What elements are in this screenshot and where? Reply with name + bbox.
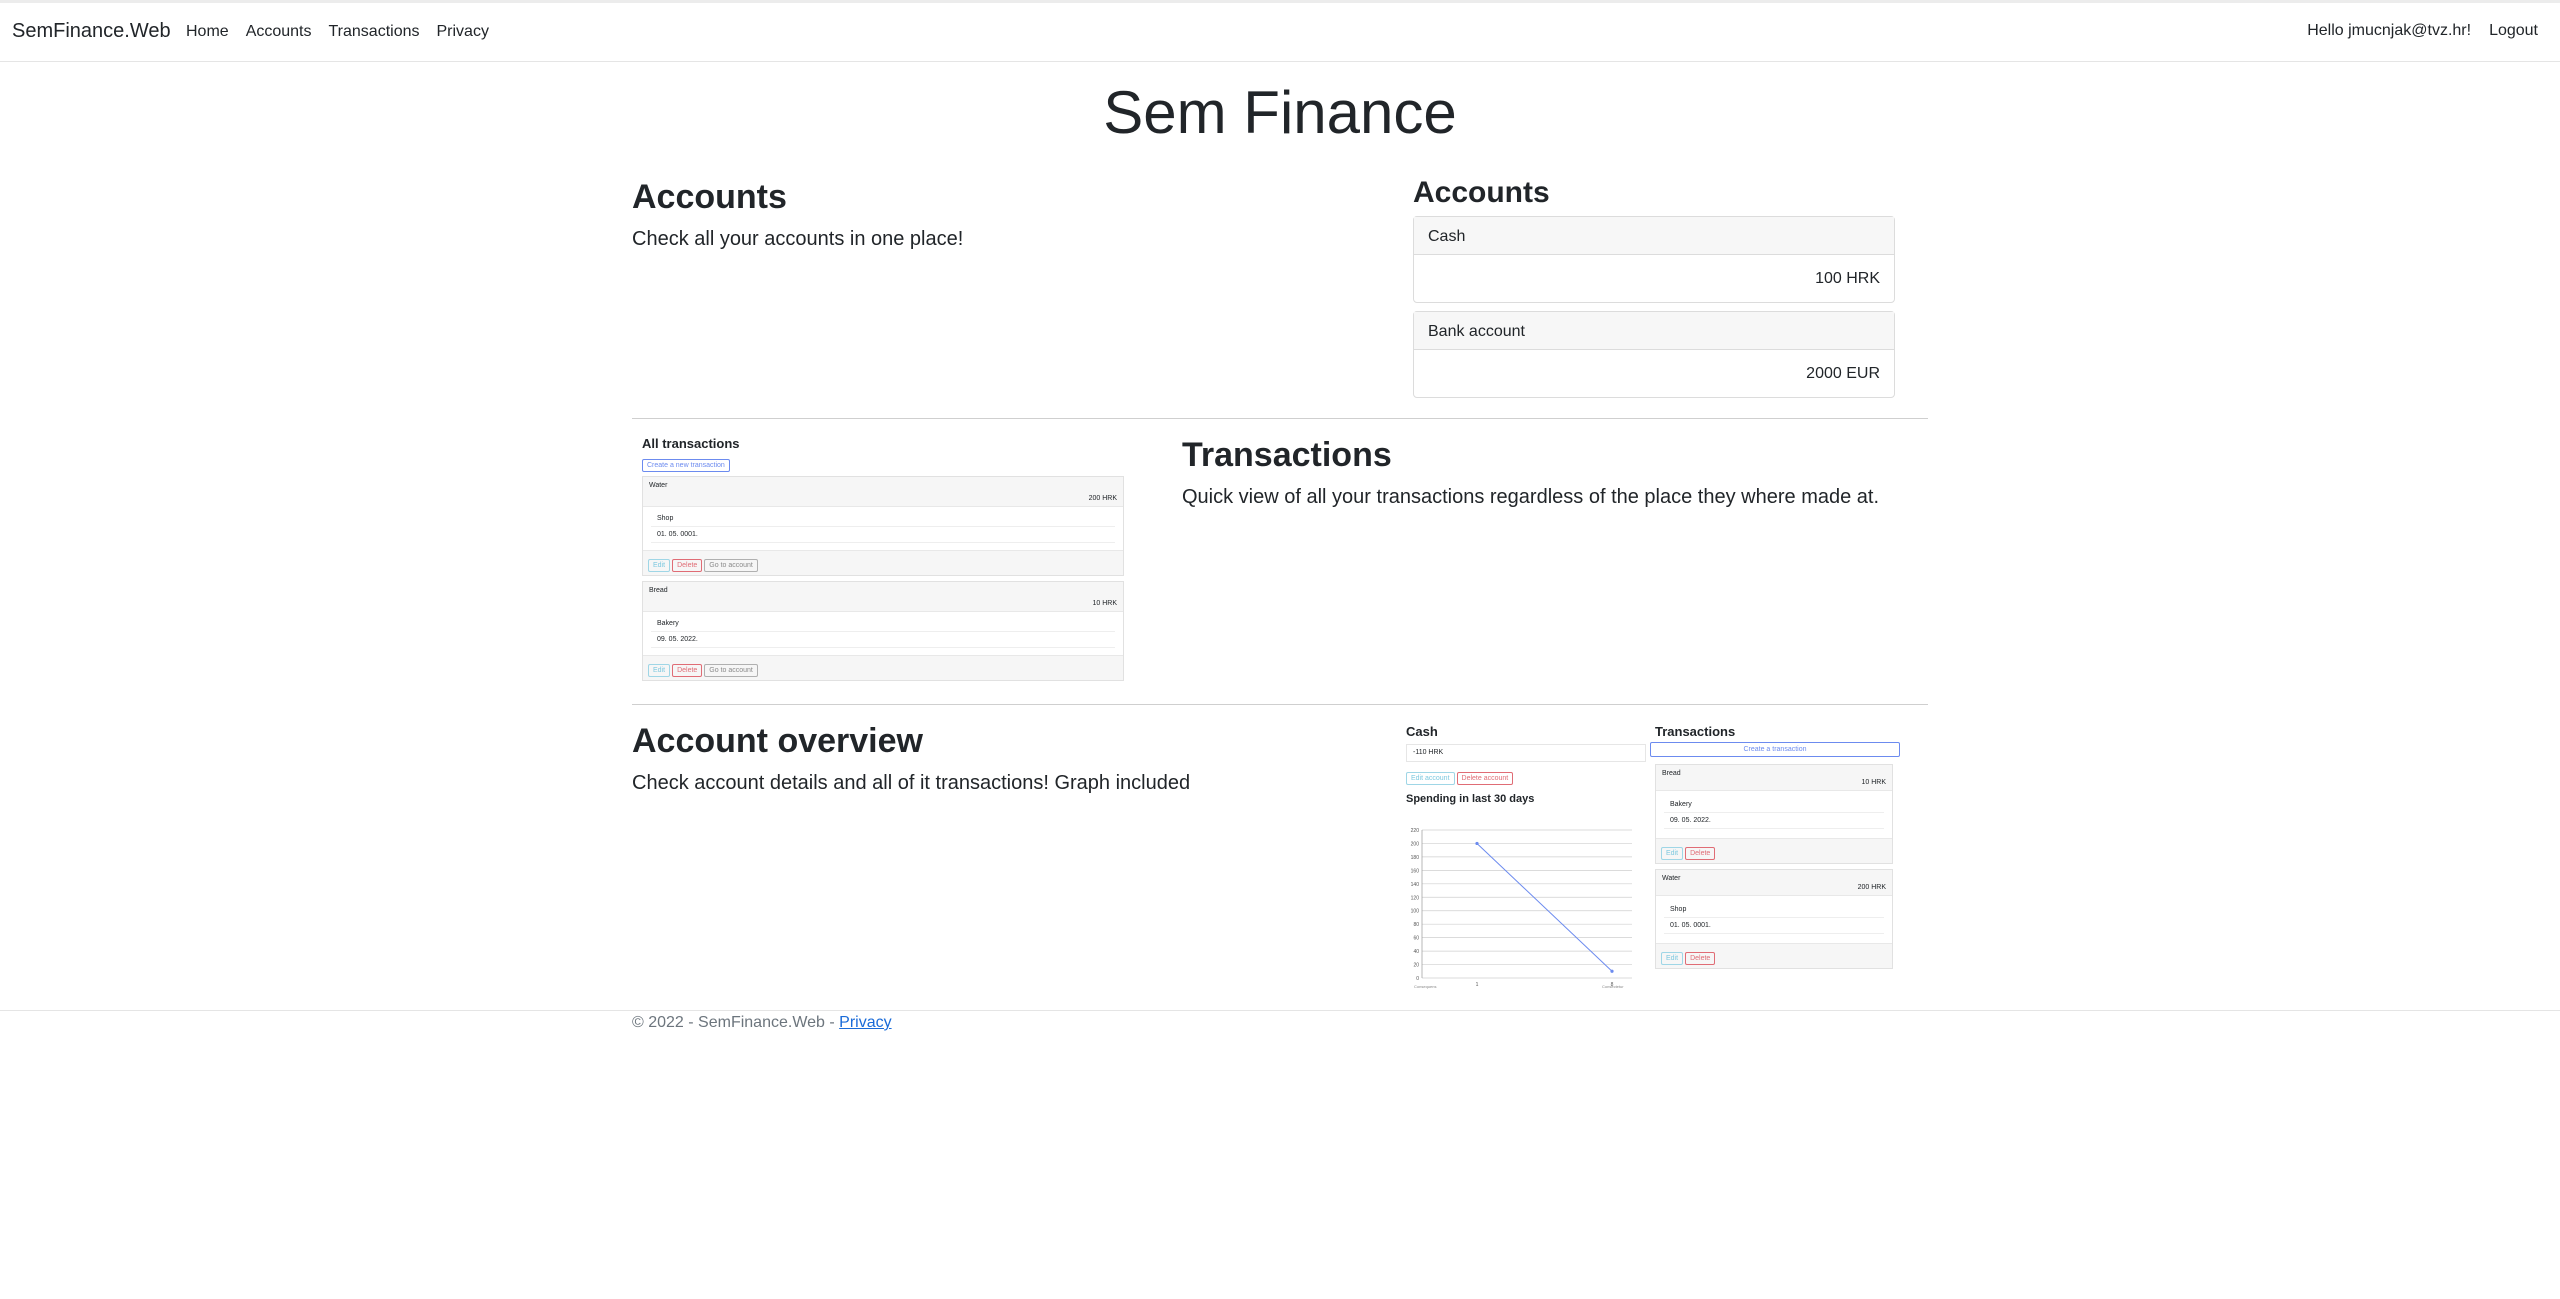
nav-home[interactable]: Home xyxy=(186,23,229,41)
footer-privacy-link[interactable]: Privacy xyxy=(839,1014,891,1031)
preview-transactions-title: Transactions xyxy=(1655,724,1736,739)
overview-heading: Account overview xyxy=(632,722,923,760)
create-transaction-button: Create a new transaction xyxy=(642,459,730,472)
section-divider xyxy=(632,704,1928,705)
delete-button: Delete xyxy=(672,559,703,572)
transaction-date: 01. 05. 0001. xyxy=(1664,918,1884,934)
user-greeting[interactable]: Hello jmucnjak@tvz.hr! xyxy=(2307,22,2471,40)
account-amount: 100 HRK xyxy=(1815,270,1880,287)
transaction-date: 09. 05. 2022. xyxy=(651,632,1115,648)
chart-y-tick-label: 140 xyxy=(1411,882,1420,888)
preview-balance: -110 HRK xyxy=(1406,744,1646,762)
transaction-place: Bakery xyxy=(1664,797,1884,813)
transaction-place: Bakery xyxy=(651,616,1115,632)
accounts-description: Check all your accounts in one place! xyxy=(632,228,964,250)
edit-account-button: Edit account xyxy=(1406,772,1455,785)
transaction-card: Bread 10 HRK Bakery 09. 05. 2022. Edit De… xyxy=(1655,764,1893,864)
transaction-date: 01. 05. 0001. xyxy=(651,527,1115,543)
spending-chart: 0204060801001201401601802002201 8Conseque… xyxy=(1411,828,1632,989)
edit-button: Edit xyxy=(648,664,671,677)
footer: © 2022 - SemFinance.Web - Privacy xyxy=(632,1014,892,1032)
chart-y-tick-label: 120 xyxy=(1411,895,1420,901)
chart-title: Spending in last 30 days xyxy=(1406,793,1535,805)
preview-account-title: Cash xyxy=(1406,724,1438,739)
transaction-name: Bread xyxy=(1662,770,1681,777)
delete-button: Delete xyxy=(1685,847,1716,860)
chart-y-tick-label: 80 xyxy=(1413,922,1419,928)
chart-x-tick-label: 1 xyxy=(1476,982,1479,988)
edit-button: Edit xyxy=(1661,847,1684,860)
logout-button[interactable]: Logout xyxy=(2489,22,2538,40)
brand-link[interactable]: SemFinance.Web xyxy=(12,20,171,43)
chart-y-tick-label: 0 xyxy=(1416,976,1419,982)
chart-data-point xyxy=(1610,969,1614,973)
chart-y-tick-label: 40 xyxy=(1413,949,1419,955)
nav-transactions[interactable]: Transactions xyxy=(329,23,420,41)
transaction-amount: 200 HRK xyxy=(1857,884,1886,891)
chart-y-tick-label: 200 xyxy=(1411,841,1420,847)
chart-x-edge-label: Consectetur xyxy=(1602,984,1624,989)
transaction-card: Bread 10 HRK Bakery 09. 05. 2022. Edit De… xyxy=(642,581,1124,681)
accounts-heading: Accounts xyxy=(632,178,787,216)
footer-divider xyxy=(0,1010,2560,1011)
chart-y-tick-label: 220 xyxy=(1411,828,1420,834)
page-title: Sem Finance xyxy=(1103,79,1457,146)
edit-button: Edit xyxy=(648,559,671,572)
chart-data-point xyxy=(1475,841,1479,846)
transactions-description: Quick view of all your transactions rega… xyxy=(1182,486,1880,508)
transaction-amount: 10 HRK xyxy=(1861,779,1886,786)
account-card[interactable]: Cash 100 HRK xyxy=(1413,216,1895,303)
account-transactions-preview: Transactions Create a transaction Bread … xyxy=(1650,724,1900,974)
chart-y-tick-label: 20 xyxy=(1413,963,1419,969)
transaction-name: Water xyxy=(1662,875,1681,882)
nav-accounts[interactable]: Accounts xyxy=(246,23,312,41)
delete-account-button: Delete account xyxy=(1456,772,1514,785)
chart-series-line xyxy=(1476,843,1613,972)
navbar: SemFinance.Web Home Accounts Transaction… xyxy=(0,0,2560,62)
transactions-heading: Transactions xyxy=(1182,436,1392,474)
transaction-name: Bread xyxy=(649,587,668,594)
overview-description: Check account details and all of it tran… xyxy=(632,772,1191,794)
transaction-card: Water 200 HRK Shop 01. 05. 0001. Edit Del… xyxy=(642,476,1124,576)
transactions-preview-title: All transactions xyxy=(642,436,740,451)
transaction-amount: 200 HRK xyxy=(1088,495,1117,502)
footer-text: © 2022 - SemFinance.Web - xyxy=(632,1014,840,1031)
delete-button: Delete xyxy=(672,664,703,677)
transaction-place: Shop xyxy=(1664,902,1884,918)
account-overview-preview: Cash -110 HRK Edit account Delete account… xyxy=(1406,724,1646,994)
go-to-account-button: Go to account xyxy=(704,559,758,572)
nav-privacy[interactable]: Privacy xyxy=(437,23,489,41)
section-divider xyxy=(632,418,1928,419)
transaction-card: Water 200 HRK Shop 01. 05. 0001. Edit Del… xyxy=(1655,869,1893,969)
delete-button: Delete xyxy=(1685,952,1716,965)
transaction-name: Water xyxy=(649,482,668,489)
chart-y-tick-label: 180 xyxy=(1411,855,1420,861)
chart-x-edge-label: Consequens xyxy=(1414,984,1436,989)
transaction-date: 09. 05. 2022. xyxy=(1664,813,1884,829)
transaction-amount: 10 HRK xyxy=(1092,600,1117,607)
transaction-place: Shop xyxy=(651,511,1115,527)
account-name: Cash xyxy=(1414,217,1894,255)
go-to-account-button: Go to account xyxy=(704,664,758,677)
account-card[interactable]: Bank account 2000 EUR xyxy=(1413,311,1895,398)
transactions-preview: All transactions Create a new transactio… xyxy=(642,436,1124,686)
chart-y-tick-label: 60 xyxy=(1413,936,1419,942)
chart-y-tick-label: 160 xyxy=(1411,868,1420,874)
chart-y-tick-label: 100 xyxy=(1411,909,1420,915)
edit-button: Edit xyxy=(1661,952,1684,965)
account-name: Bank account xyxy=(1414,312,1894,350)
accounts-preview-heading: Accounts xyxy=(1413,176,1550,209)
account-amount: 2000 EUR xyxy=(1806,365,1880,382)
user-nav: Hello jmucnjak@tvz.hr! Logout xyxy=(2307,22,2538,40)
nav-links: Home Accounts Transactions Privacy xyxy=(186,23,506,41)
create-transaction-button: Create a transaction xyxy=(1650,742,1900,757)
